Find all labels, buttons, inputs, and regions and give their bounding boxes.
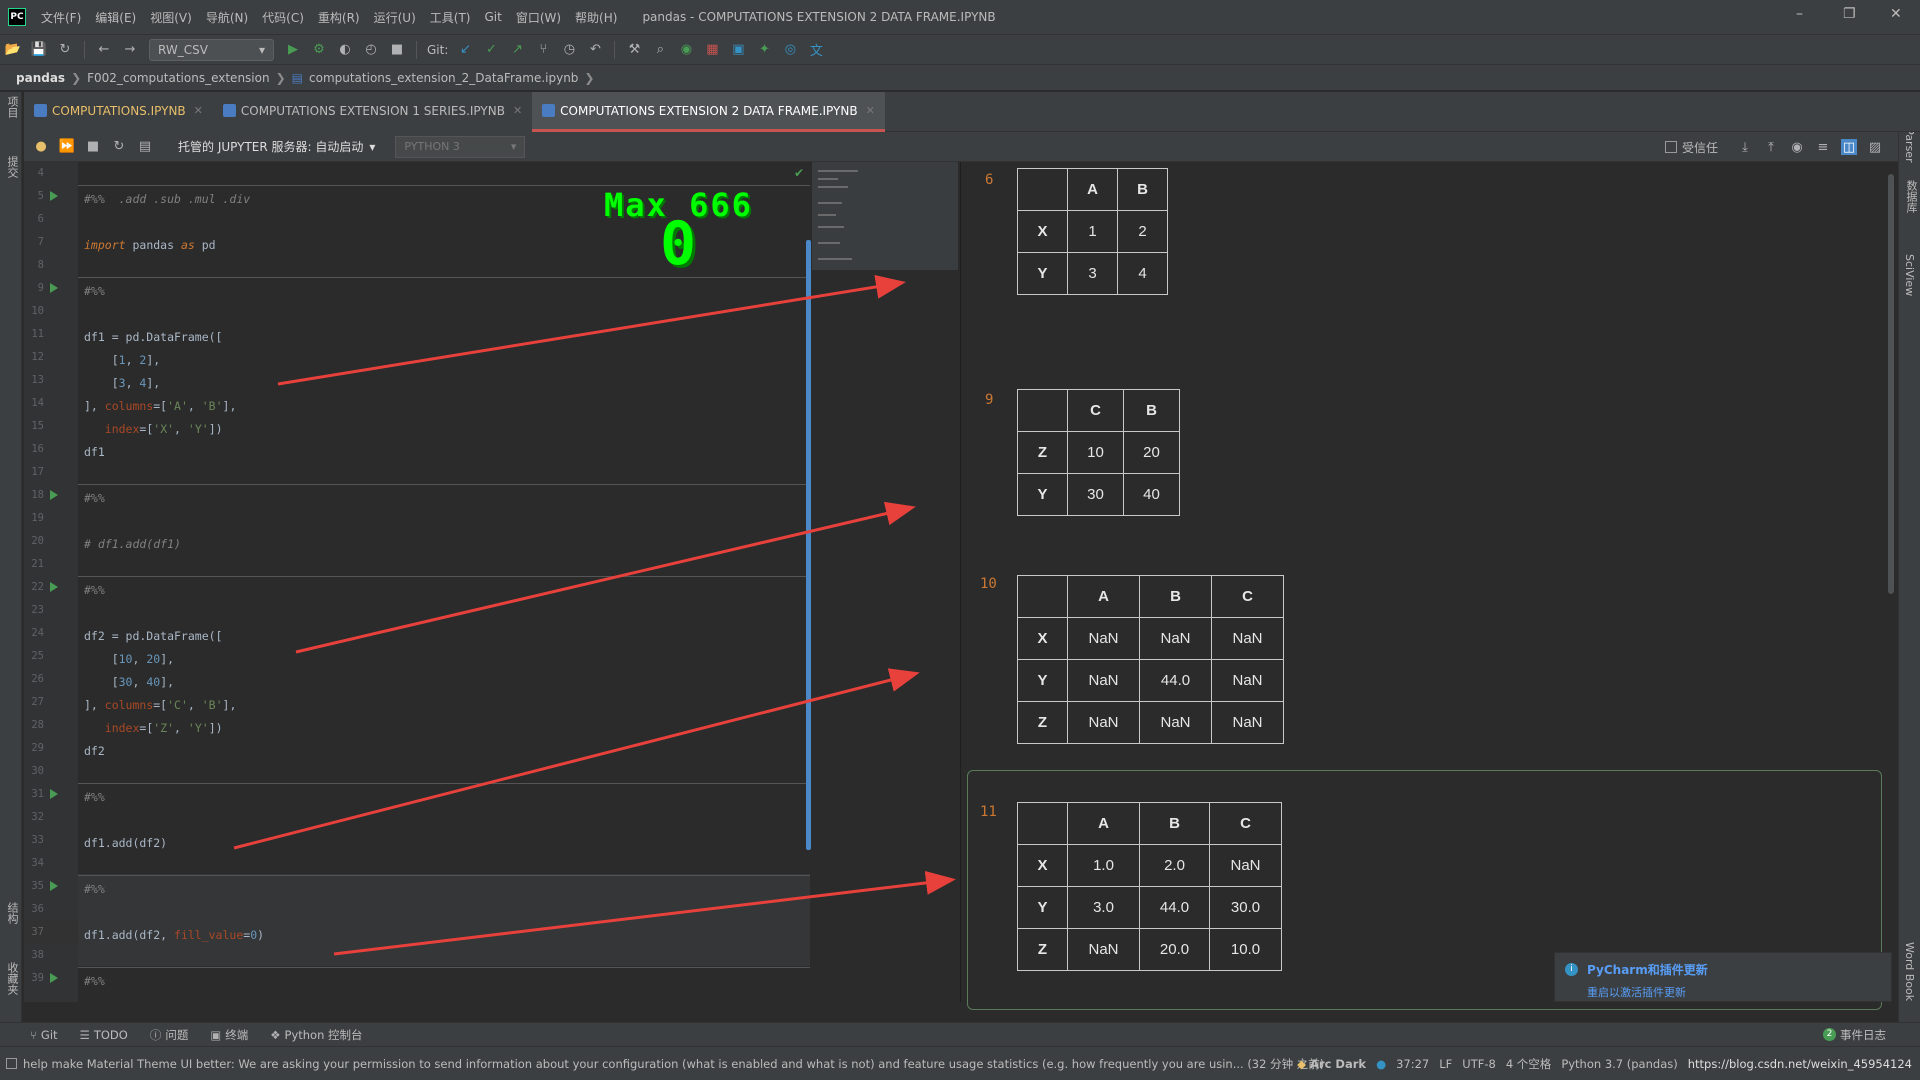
info-icon: i bbox=[1565, 963, 1578, 976]
notification-title: PyCharm和插件更新 bbox=[1587, 963, 1708, 977]
status-bar: help make Material Theme UI better: We a… bbox=[0, 1046, 1920, 1080]
line-separator[interactable]: LF bbox=[1439, 1057, 1452, 1071]
event-log-label: 事件日志 bbox=[1840, 1027, 1886, 1042]
git-tool-button[interactable]: ⑂ Git bbox=[30, 1028, 58, 1042]
theme-label[interactable]: Arc Dark bbox=[1310, 1057, 1366, 1071]
arrow-to-output-6 bbox=[277, 275, 906, 386]
tool-window-bar: ⑂ Git ☰ TODO ⓘ 问题 ▣ 终端 ❖ Python 控制台 2 事件日志 bbox=[0, 1022, 1920, 1046]
python-console-tool-button[interactable]: ❖ Python 控制台 bbox=[270, 1027, 362, 1043]
annotation-arrows bbox=[233, 275, 956, 956]
todo-tool-button[interactable]: ☰ TODO bbox=[80, 1028, 128, 1042]
terminal-tool-label: 终端 bbox=[225, 1027, 249, 1042]
arrow-to-output-9 bbox=[295, 501, 916, 654]
git-branch-icon: ⑂ bbox=[30, 1027, 37, 1042]
status-message[interactable]: help make Material Theme UI better: We a… bbox=[23, 1056, 1353, 1072]
theme-dot-icon: ● bbox=[1376, 1057, 1387, 1071]
indent-setting[interactable]: 4 个空格 bbox=[1506, 1056, 1551, 1072]
problems-tool-label: 问题 bbox=[165, 1027, 189, 1042]
event-count-badge: 2 bbox=[1823, 1028, 1836, 1041]
update-notification[interactable]: i PyCharm和插件更新 重启以激活插件更新 bbox=[1554, 952, 1892, 1002]
watermark-text: https://blog.csdn.net/weixin_45954124 bbox=[1687, 1057, 1912, 1071]
terminal-tool-button[interactable]: ▣ 终端 bbox=[210, 1027, 248, 1043]
list-icon: ☰ bbox=[79, 1027, 90, 1042]
problems-tool-button[interactable]: ⓘ 问题 bbox=[150, 1027, 189, 1043]
arrow-to-output-11 bbox=[333, 870, 956, 956]
todo-tool-label: TODO bbox=[93, 1027, 128, 1042]
git-tool-label: Git bbox=[40, 1027, 58, 1042]
event-log-button[interactable]: 2 事件日志 bbox=[1823, 1027, 1886, 1043]
status-bar-right: ◆ Arc Dark ● 37:27 LF UTF-8 4 个空格 Python… bbox=[1287, 1047, 1912, 1080]
notification-link[interactable]: 重启以激活插件更新 bbox=[1587, 984, 1881, 1000]
theme-icon: ◆ bbox=[1297, 1057, 1307, 1071]
arrow-to-output-10 bbox=[233, 668, 920, 850]
status-checkbox-icon[interactable] bbox=[6, 1058, 17, 1069]
python-interpreter[interactable]: Python 3.7 (pandas) bbox=[1561, 1057, 1677, 1071]
file-encoding[interactable]: UTF-8 bbox=[1462, 1057, 1496, 1071]
python-icon: ❖ bbox=[270, 1027, 281, 1042]
terminal-icon: ▣ bbox=[210, 1027, 222, 1042]
problems-icon: ⓘ bbox=[149, 1027, 162, 1042]
python-console-tool-label: Python 控制台 bbox=[284, 1027, 363, 1042]
caret-position[interactable]: 37:27 bbox=[1396, 1057, 1429, 1071]
